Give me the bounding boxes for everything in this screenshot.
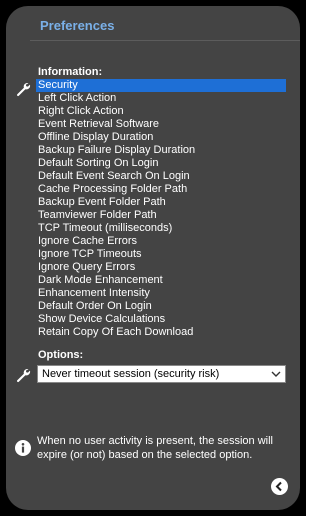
list-item[interactable]: Teamviewer Folder Path (36, 209, 286, 222)
list-item[interactable]: Default Sorting On Login (36, 157, 286, 170)
list-item[interactable]: Ignore TCP Timeouts (36, 248, 286, 261)
info-icon (15, 440, 31, 456)
list-item[interactable]: Left Click Action (36, 92, 286, 105)
list-item[interactable]: Dark Mode Enhancement (36, 274, 286, 287)
list-item[interactable]: Enhancement Intensity (36, 287, 286, 300)
list-item[interactable]: TCP Timeout (milliseconds) (36, 222, 286, 235)
window-frame: Preferences Information: Security Left Cl… (0, 0, 306, 516)
list-item[interactable]: Cache Processing Folder Path (36, 183, 286, 196)
list-item[interactable]: Ignore Query Errors (36, 261, 286, 274)
list-item[interactable]: Default Order On Login (36, 300, 286, 313)
list-item[interactable]: Event Retrieval Software (36, 118, 286, 131)
list-item[interactable]: Backup Failure Display Duration (36, 144, 286, 157)
information-label: Information: (38, 66, 103, 78)
list-item[interactable]: Show Device Calculations (36, 313, 286, 326)
preferences-panel: Preferences Information: Security Left Cl… (6, 6, 300, 510)
chevron-down-icon (271, 371, 281, 377)
list-item[interactable]: Backup Event Folder Path (36, 196, 286, 209)
title-divider (30, 40, 300, 41)
page-title: Preferences (40, 18, 115, 33)
options-label: Options: (38, 349, 84, 361)
list-item[interactable]: Ignore Cache Errors (36, 235, 286, 248)
list-item[interactable]: Security (36, 79, 286, 92)
options-dropdown[interactable]: Never timeout session (security risk) (37, 365, 286, 383)
options-dropdown-value: Never timeout session (security risk) (42, 368, 220, 380)
list-item[interactable]: Retain Copy Of Each Download (36, 326, 286, 339)
info-note: When no user activity is present, the se… (37, 435, 273, 461)
list-item[interactable]: Offline Display Duration (36, 131, 286, 144)
wrench-icon (17, 83, 31, 97)
list-item[interactable]: Right Click Action (36, 105, 286, 118)
information-list[interactable]: Security Left Click Action Right Click Act… (36, 79, 286, 339)
back-chevron-icon[interactable] (271, 478, 288, 495)
wrench-icon (17, 369, 31, 383)
list-item[interactable]: Default Event Search On Login (36, 170, 286, 183)
